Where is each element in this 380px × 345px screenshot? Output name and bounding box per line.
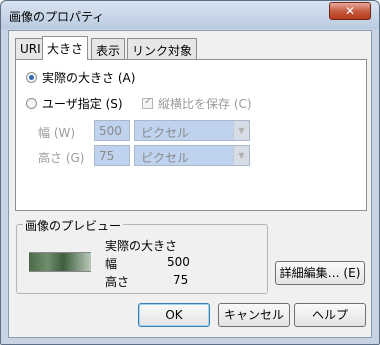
keep-ratio-checkbox[interactable]: ✓ bbox=[142, 96, 153, 109]
cancel-button[interactable]: キャンセル bbox=[218, 303, 290, 327]
dialog-title: 画像のプロパティ bbox=[9, 10, 105, 24]
width-label: 幅 (W) bbox=[38, 126, 76, 140]
user-specified-label[interactable]: ユーザ指定 (S) bbox=[42, 95, 123, 112]
title-bar[interactable]: 画像のプロパティ ✕ bbox=[1, 1, 379, 29]
width-unit-value: ピクセル bbox=[141, 126, 190, 140]
tab-display[interactable]: 表示 bbox=[91, 38, 126, 59]
width-unit-select[interactable]: ピクセル ▼ bbox=[134, 120, 250, 141]
ok-button[interactable]: OK bbox=[138, 303, 210, 327]
dialog-body: URI 大きさ 表示 リンク対象 実際の大きさ (A) ユーザ指定 (S) ✓ … bbox=[8, 30, 372, 338]
preview-actual-size: 実際の大きさ bbox=[105, 239, 178, 253]
tab-size[interactable]: 大きさ bbox=[42, 36, 89, 60]
actual-size-label[interactable]: 実際の大きさ (A) bbox=[42, 69, 135, 86]
help-button[interactable]: ヘルプ bbox=[294, 303, 366, 327]
tab-link-target[interactable]: リンク対象 bbox=[127, 38, 198, 59]
size-panel: 実際の大きさ (A) ユーザ指定 (S) ✓ 縦横比を保存 (C) 幅 (W) … bbox=[15, 59, 367, 211]
check-mark-icon: ✓ bbox=[144, 96, 153, 107]
width-input[interactable]: 500 bbox=[94, 120, 130, 141]
user-specified-radio[interactable] bbox=[26, 98, 37, 109]
chevron-down-icon[interactable]: ▼ bbox=[233, 121, 249, 140]
preview-group-title: 画像のプレビュー bbox=[23, 217, 124, 234]
image-properties-dialog: 画像のプロパティ ✕ URI 大きさ 表示 リンク対象 実際の大きさ (A) ユ… bbox=[0, 0, 380, 345]
close-button[interactable]: ✕ bbox=[329, 2, 371, 20]
preview-height-label: 高さ bbox=[105, 275, 130, 289]
close-icon: ✕ bbox=[344, 4, 356, 18]
image-preview-group: 画像のプレビュー 実際の大きさ 幅 500 高さ 75 bbox=[16, 217, 268, 294]
height-input[interactable]: 75 bbox=[94, 145, 130, 166]
keep-ratio-label[interactable]: 縦横比を保存 (C) bbox=[158, 95, 252, 112]
preview-image bbox=[29, 252, 91, 272]
height-label: 高さ (G) bbox=[38, 151, 85, 165]
advanced-edit-button[interactable]: 詳細編集… (E) bbox=[275, 261, 365, 285]
actual-size-radio[interactable] bbox=[26, 72, 37, 83]
chevron-down-icon[interactable]: ▼ bbox=[233, 146, 249, 165]
preview-width-label: 幅 bbox=[105, 257, 118, 271]
height-unit-value: ピクセル bbox=[141, 151, 190, 165]
height-unit-select[interactable]: ピクセル ▼ bbox=[134, 145, 250, 166]
preview-height-value: 75 bbox=[173, 273, 189, 287]
preview-width-value: 500 bbox=[167, 255, 190, 269]
